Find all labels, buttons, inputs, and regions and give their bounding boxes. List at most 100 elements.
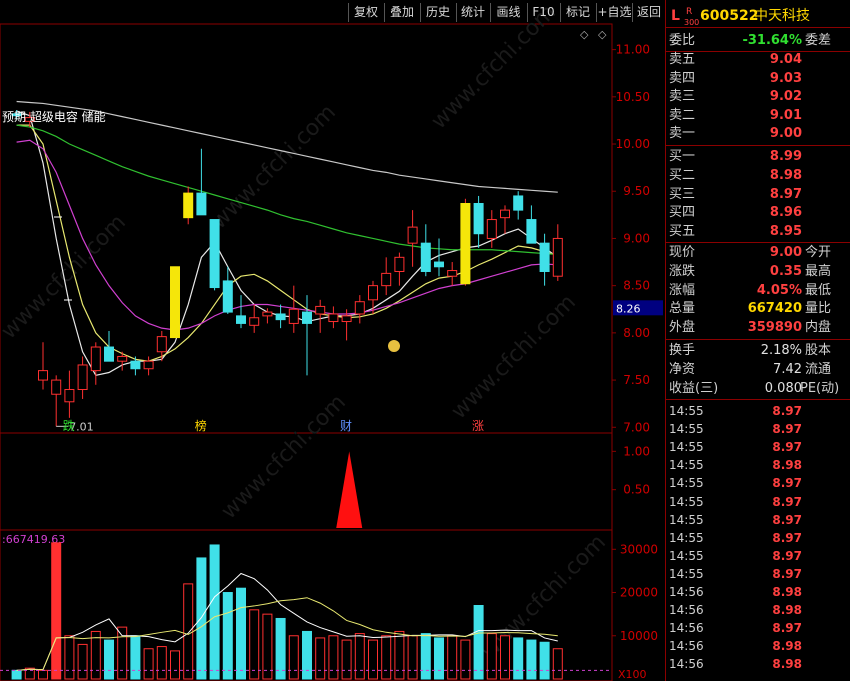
- tick-time: 14:56: [669, 657, 704, 672]
- volume-bar: [117, 626, 128, 680]
- tick-time: 14:55: [669, 476, 704, 491]
- event-marker[interactable]: 榜: [195, 418, 207, 433]
- tick-price: 8.97: [772, 566, 802, 581]
- candle: [183, 186, 194, 225]
- volume-tick-label: 20000: [620, 586, 658, 600]
- event-marker[interactable]: 财: [340, 419, 352, 433]
- stat-label-2: PE(动): [800, 381, 840, 396]
- toolbar-button-2[interactable]: 历史: [420, 3, 455, 22]
- tick-time: 14:55: [669, 440, 704, 455]
- price-tick-label: 11.00: [616, 43, 650, 57]
- candle: [539, 233, 550, 286]
- quote-value: 667420: [747, 301, 802, 317]
- toolbar-button-8[interactable]: 返回: [632, 3, 665, 22]
- tick-price: 8.97: [772, 404, 802, 418]
- tick-time: 14:56: [669, 603, 704, 618]
- watermark-text: www.cfchi.com: [0, 210, 131, 344]
- volume-bar: [222, 592, 233, 680]
- candle: [77, 356, 88, 399]
- candle: [236, 295, 246, 329]
- candle: [51, 375, 62, 427]
- bid-level-5: 买五 8.95: [666, 223, 850, 241]
- volume-tick-label: 30000: [620, 542, 658, 556]
- watermark-text: www.cfchi.com: [447, 290, 581, 424]
- stock-prefix: L: [671, 8, 680, 24]
- volume-bar: [38, 669, 48, 680]
- tick-price: 8.97: [772, 530, 802, 545]
- quote-label: 外盘: [669, 320, 696, 336]
- tick-row: 14:56 8.98: [666, 601, 850, 619]
- level-label: 卖二: [669, 107, 696, 123]
- candle: [288, 285, 299, 333]
- candle: [222, 266, 233, 314]
- level-price: 9.03: [769, 70, 802, 86]
- price-tick-label: 10.50: [616, 90, 650, 104]
- order-diff-label: 委差: [805, 33, 832, 48]
- tick-row: 14:56 8.98: [666, 637, 850, 655]
- toolbar-button-4[interactable]: 画线: [490, 3, 526, 22]
- stat-row: 收益(三) 0.080 PE(动): [666, 380, 850, 398]
- diamond-icon-2[interactable]: ◇: [598, 28, 607, 41]
- quote-row: 涨跌 0.35 最高: [666, 263, 850, 281]
- tick-price: 8.98: [772, 639, 802, 654]
- event-marker[interactable]: 涨: [472, 418, 484, 433]
- toolbar-button-5[interactable]: F10: [527, 3, 559, 22]
- volume-bar: [526, 639, 537, 680]
- candle: [354, 295, 365, 324]
- quote-label-2: 今开: [805, 245, 832, 260]
- chart-area[interactable]: www.cfchi.com www.cfchi.com www.cfchi.com w…: [0, 0, 665, 681]
- stat-label-2: 股本: [805, 343, 832, 358]
- watermark-text: www.cfchi.com: [217, 390, 351, 524]
- volume-bar: [64, 635, 75, 680]
- volume-bar: [381, 635, 392, 680]
- toolbar-button-6[interactable]: 标记: [560, 3, 595, 22]
- level-label: 卖四: [669, 70, 696, 86]
- candle: [38, 342, 48, 390]
- toolbar-button-1[interactable]: 叠加: [384, 3, 419, 22]
- tick-time: 14:55: [669, 494, 704, 509]
- tick-row: 14:55 8.97: [666, 547, 850, 565]
- tick-price: 8.98: [772, 585, 802, 599]
- volume-bar: [407, 635, 418, 680]
- money-bag-icon[interactable]: [388, 340, 400, 352]
- tick-price: 8.97: [772, 476, 802, 491]
- quote-label: 涨幅: [669, 282, 696, 298]
- candle: [90, 342, 101, 385]
- candle: [447, 262, 458, 286]
- volume-bar: [51, 542, 62, 680]
- stock-header: L R 300 600522 中天科技: [666, 5, 850, 27]
- candle: [156, 330, 167, 362]
- quote-row: 涨幅 4.05% 最低: [666, 282, 850, 300]
- toolbar-button-0[interactable]: 复权: [348, 3, 383, 22]
- volume-tick-label: 10000: [620, 629, 658, 643]
- volume-bar: [539, 641, 550, 680]
- ask-level-3: 卖三 9.02: [666, 88, 850, 106]
- tick-time: 14:56: [669, 621, 704, 636]
- order-ratio-label: 委比: [669, 33, 696, 48]
- event-marker[interactable]: 跌: [63, 418, 75, 433]
- ask-level-5: 卖一 9.00: [666, 125, 850, 143]
- price-tick-label: 7.00: [623, 420, 650, 434]
- candle: [394, 252, 405, 286]
- watermark-text: www.cfchi.com: [207, 100, 341, 234]
- candle: [420, 224, 431, 277]
- tick-price: 8.97: [772, 548, 802, 563]
- ask-level-4: 卖二 9.01: [666, 107, 850, 125]
- toolbar-button-7[interactable]: +自选: [596, 3, 632, 22]
- tick-price: 8.97: [772, 494, 802, 509]
- stat-label: 换手: [669, 343, 696, 358]
- candle: [513, 191, 524, 220]
- tick-price: 8.98: [772, 603, 802, 618]
- toolbar-button-3[interactable]: 统计: [456, 3, 489, 22]
- concept-legend: 预期 超级电容 储能: [2, 109, 106, 124]
- volume-bar: [170, 650, 180, 680]
- tick-row: 14:56 8.97: [666, 619, 850, 637]
- tick-price: 8.97: [772, 512, 802, 527]
- volume-panel: :667419.63300002000010000X100: [0, 533, 658, 681]
- tick-row: 14:56 8.98: [666, 655, 850, 673]
- signal-tick-label: 0.50: [623, 483, 650, 497]
- diamond-icon[interactable]: ◇: [580, 28, 589, 41]
- stat-value: 7.42: [773, 362, 802, 377]
- bid-level-2: 买二 8.98: [666, 167, 850, 185]
- tick-time: 14:55: [669, 548, 704, 563]
